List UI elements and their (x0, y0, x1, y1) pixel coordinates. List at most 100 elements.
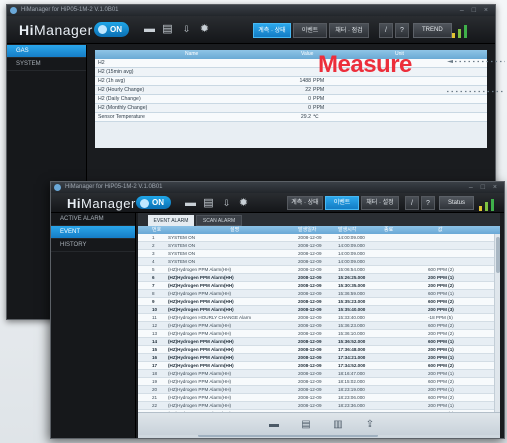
save-icon[interactable]: ▤ (295, 417, 317, 432)
table-row[interactable]: H2 (15min avg) (95, 68, 487, 77)
table-row[interactable]: 6 (HZ)Hydrogen PPM Alarm(HH) 2008-12-09 15:… (138, 274, 500, 282)
prev-button[interactable]: / (379, 23, 393, 38)
table-row[interactable]: H2 (Hourly Change) 22 PPM (95, 86, 487, 95)
tab-chatter-check[interactable]: 채터 · 점검 (329, 23, 369, 38)
table-row[interactable]: H2 (1h avg) 1488 PPM (95, 77, 487, 86)
table-cell: (HZ)Hydrogen PPM Alarm(HH) (168, 395, 232, 400)
sidebar: ACTIVE ALARM EVENT HISTORY (51, 213, 136, 438)
vertical-scrollbar[interactable] (494, 234, 500, 433)
folder-icon[interactable]: ▬ (185, 197, 196, 209)
window-title: HiManager for HiP05-1M-2 V.1.0B01 (65, 184, 163, 190)
row-unit: PPM (313, 105, 325, 111)
table-row[interactable]: H2 (95, 59, 487, 68)
help-button[interactable]: ? (421, 196, 435, 210)
sidebar-item-history[interactable]: HISTORY (51, 239, 135, 252)
col-name: Name (185, 51, 199, 57)
table-cell: 8 (152, 291, 155, 296)
table-cell: 15 (152, 347, 158, 352)
help-button[interactable]: ? (395, 23, 409, 38)
window-controls[interactable]: – □ × (460, 5, 491, 16)
sidebar-item-gas[interactable]: GAS (7, 45, 86, 58)
table-cell: (HZ)Hydrogen PPM Alarm(HH) (168, 371, 232, 376)
col-description[interactable]: 설명 (230, 226, 239, 234)
sidebar-item-active-alarm[interactable]: ACTIVE ALARM (51, 213, 135, 226)
table-row[interactable]: 18 (HZ)Hydrogen PPM Alarm(HH) 2008-12-09 18… (138, 370, 500, 378)
print-icon[interactable]: ▥ (327, 417, 349, 432)
table-row[interactable]: 2 SYSTEM ON 2008-12-09 14:00:09.000 (138, 242, 500, 250)
tab-measure-status[interactable]: 계측 · 상태 (253, 23, 291, 38)
table-cell: 2008-12-09 (298, 339, 322, 344)
table-row[interactable]: 5 (HZ)Hydrogen PPM Alarm(HH) 2008-12-09 15:… (138, 266, 500, 274)
tab-event-alarm[interactable]: EVENT ALARM (148, 215, 194, 226)
gear-icon[interactable]: ✹ (199, 23, 210, 35)
tab-chatter-setting[interactable]: 채터 · 설정 (361, 196, 399, 210)
table-row[interactable]: 12 (HZ)Hydrogen PPM Alarm(HH) 2008-12-09 15… (138, 322, 500, 330)
sidebar-item-system[interactable]: SYSTEM (7, 58, 86, 71)
table-cell: 7 (152, 283, 155, 288)
window-controls[interactable]: – □ × (469, 182, 500, 193)
table-cell: (HZ)Hydrogen PPM Alarm(HH) (168, 379, 232, 384)
folder-icon[interactable]: ▬ (144, 23, 155, 35)
table-row[interactable]: 4 SYSTEM ON 2008-12-09 14:00:09.000 (138, 258, 500, 266)
table-row[interactable]: 7 (HZ)Hydrogen PPM Alarm(HH) 2008-12-09 15:… (138, 282, 500, 290)
col-number[interactable]: 번호 (152, 226, 161, 234)
table-cell: 200 PPM (1) (428, 347, 454, 352)
trend-button[interactable]: TREND (413, 23, 452, 38)
save-icon[interactable]: ▤ (162, 23, 173, 35)
folder-icon[interactable]: ▬ (263, 417, 285, 432)
table-row[interactable]: 20 (HZ)Hydrogen PPM Alarm(HH) 2008-12-09 18… (138, 386, 500, 394)
table-cell: 2008-12-09 (298, 315, 322, 320)
table-row[interactable]: H2 (Monthly Change) 0 PPM (95, 104, 487, 113)
table-row[interactable]: 1 SYSTEM ON 2008-12-09 14:00:09.000 (138, 234, 500, 242)
sidebar-item-event[interactable]: EVENT (51, 226, 135, 239)
table-row[interactable]: 9 (HZ)Hydrogen PPM Alarm(HH) 2008-12-09 15:… (138, 298, 500, 306)
col-time[interactable]: 발생시각 (338, 226, 356, 234)
tab-event[interactable]: 이벤트 (325, 196, 359, 210)
table-row[interactable]: 8 (HZ)Hydrogen PPM Alarm(HH) 2008-12-09 15:… (138, 290, 500, 298)
prev-button[interactable]: / (405, 196, 419, 210)
table-cell: -18 PPM (5) (428, 315, 453, 320)
save-icon[interactable]: ▤ (203, 197, 214, 209)
table-row[interactable]: 15 (HZ)Hydrogen PPM Alarm(HH) 2008-12-09 17… (138, 346, 500, 354)
table-row[interactable]: H2 (Daily Change) 0 PPM (95, 95, 487, 104)
download-icon[interactable]: ⇩ (221, 197, 232, 209)
row-label: H2 (15min avg) (98, 69, 134, 75)
table-cell: (HZ)Hydrogen PPM Alarm(HH) (168, 355, 234, 360)
table-row[interactable]: 14 (HZ)Hydrogen PPM Alarm(HH) 2008-12-09 15… (138, 338, 500, 346)
tab-measure-status[interactable]: 계측 · 상태 (287, 196, 323, 210)
table-cell: 17:36:48.000 (338, 347, 366, 352)
table-cell: 15:35:23.000 (338, 299, 366, 304)
brand-logo: HiManager (67, 196, 136, 211)
table-cell: 15:36:10.000 (338, 331, 365, 336)
table-cell: SYSTEM ON (168, 259, 196, 264)
table-row[interactable]: 21 (HZ)Hydrogen PPM Alarm(HH) 2008-12-09 18… (138, 394, 500, 402)
tab-event[interactable]: 이벤트 (293, 23, 327, 38)
power-on-button[interactable]: ON (94, 22, 129, 37)
table-row[interactable]: 3 SYSTEM ON 2008-12-09 14:00:09.000 (138, 250, 500, 258)
gear-icon[interactable]: ✹ (238, 197, 249, 209)
scroll-thumb[interactable] (496, 237, 500, 273)
col-date[interactable]: 발생일자 (298, 226, 316, 234)
table-row[interactable]: Sensor Temperature 29.2 ℃ (95, 113, 487, 122)
table-row[interactable]: 10 (HZ)Hydrogen PPM Alarm(HH) 2008-12-09 15… (138, 306, 500, 314)
signal-bars-icon (479, 197, 497, 211)
table-row[interactable]: 19 (HZ)Hydrogen PPM Alarm(HH) 2008-12-09 18… (138, 378, 500, 386)
col-end[interactable]: 종료 (384, 226, 393, 234)
table-row[interactable]: 13 (HZ)Hydrogen PPM Alarm(HH) 2008-12-09 15… (138, 330, 500, 338)
status-button[interactable]: Status (439, 196, 475, 210)
power-on-button[interactable]: ON (136, 196, 171, 209)
measure-callout-label: Measure (318, 51, 412, 78)
tab-scan-alarm[interactable]: SCAN ALARM (196, 215, 242, 226)
table-row[interactable]: 22 (HZ)Hydrogen PPM Alarm(HH) 2008-12-09 18… (138, 402, 500, 410)
table-row[interactable]: 17 (HZ)Hydrogen PPM Alarm(HH) 2008-12-09 17… (138, 362, 500, 370)
download-icon[interactable]: ⇩ (181, 23, 192, 35)
table-cell: 200 PPM (1) (428, 387, 454, 392)
table-row[interactable]: 11 (HZ)Hydrogen HOURLY CHANGE Alarm 2008-1… (138, 314, 500, 322)
export-icon[interactable]: ⇪ (359, 417, 381, 432)
col-value[interactable]: 값 (438, 226, 443, 234)
table-cell: 600 PPM (2) (428, 323, 454, 328)
table-cell: 21 (152, 395, 158, 400)
table-row[interactable]: 16 (HZ)Hydrogen PPM Alarm(HH) 2008-12-09 17… (138, 354, 500, 362)
row-label: Sensor Temperature (98, 114, 145, 120)
row-value: 0 (308, 96, 311, 102)
